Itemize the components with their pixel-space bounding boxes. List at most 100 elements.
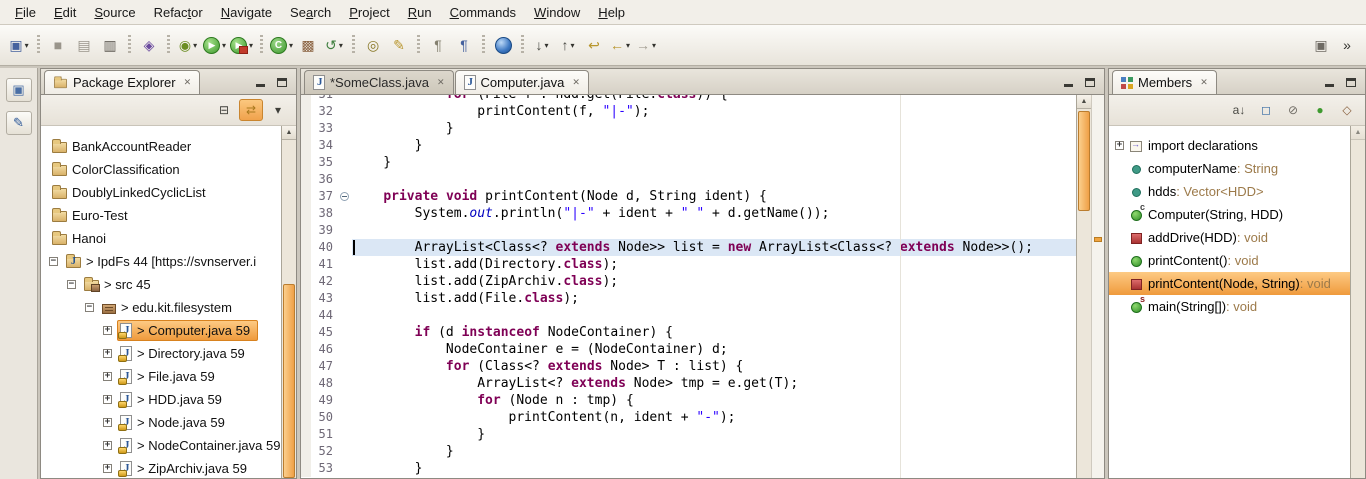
code-text[interactable]: list.add(ZipArchiv.class);	[352, 273, 1076, 290]
code-text[interactable]: }	[352, 460, 1076, 477]
scrollbar-up-arrow[interactable]: ▲	[1077, 95, 1091, 109]
package-explorer-tab[interactable]: Package Explorer ✕	[44, 70, 200, 94]
menu-search[interactable]: Search	[281, 0, 340, 24]
minimize-button[interactable]	[1320, 74, 1338, 90]
tree-item[interactable]: +> NodeContainer.java 59	[41, 434, 281, 457]
tree-expander-icon[interactable]: +	[103, 441, 112, 450]
code-text[interactable]	[352, 307, 1076, 324]
member-item[interactable]: main(String[]) : void	[1109, 295, 1350, 318]
menu-refactor[interactable]: Refactor	[145, 0, 212, 24]
menu-commands[interactable]: Commands	[441, 0, 525, 24]
tree-expander-icon[interactable]: +	[103, 349, 112, 358]
new-class-button[interactable]: ▾	[268, 32, 295, 59]
code-line[interactable]: 48 ArrayList<? extends Node> tmp = e.get…	[301, 375, 1076, 392]
show-whitespace-button[interactable]: ¶	[425, 32, 451, 59]
tree-item[interactable]: +> ZipArchiv.java 59	[41, 457, 281, 478]
last-edit-location-button[interactable]: ↩	[581, 32, 607, 59]
code-text[interactable]: ArrayList<Class<? extends Node>> list = …	[352, 239, 1076, 256]
code-line[interactable]: 45 if (d instanceof NodeContainer) {	[301, 324, 1076, 341]
forward-button[interactable]: →▾	[633, 32, 659, 59]
code-line[interactable]: 51 }	[301, 426, 1076, 443]
member-item[interactable]: printContent(Node, String) : void	[1109, 272, 1350, 295]
code-line[interactable]: 33 }	[301, 120, 1076, 137]
code-text[interactable]: }	[352, 154, 1076, 171]
members-tab[interactable]: Members ✕	[1112, 70, 1217, 94]
member-item[interactable]: computerName : String	[1109, 157, 1350, 180]
minimize-button[interactable]	[1059, 74, 1077, 90]
code-area[interactable]: 31 for (File f : hdd.get(File.class)) {3…	[301, 95, 1076, 478]
code-line[interactable]: 36	[301, 171, 1076, 188]
menu-file[interactable]: File	[6, 0, 45, 24]
code-text[interactable]: for (Class<? extends Node> T : list) {	[352, 358, 1076, 375]
run-button[interactable]: ▾	[201, 32, 228, 59]
menu-source[interactable]: Source	[85, 0, 144, 24]
tree-expander-icon[interactable]: −	[67, 280, 76, 289]
hide-nonpublic-button[interactable]: ●	[1308, 99, 1332, 121]
member-item[interactable]: Computer(String, HDD)	[1109, 203, 1350, 226]
tree-item[interactable]: ColorClassification	[41, 158, 281, 181]
overview-annotation-mark[interactable]	[1094, 237, 1102, 242]
code-text[interactable]: ArrayList<? extends Node> tmp = e.get(T)…	[352, 375, 1076, 392]
code-line[interactable]: 35 }	[301, 154, 1076, 171]
code-text[interactable]	[352, 171, 1076, 188]
hide-static-button[interactable]: ⊘	[1281, 99, 1305, 121]
code-line[interactable]: 37 private void printContent(Node d, Str…	[301, 188, 1076, 205]
tree-expander-icon[interactable]: +	[103, 372, 112, 381]
minimize-button[interactable]	[251, 74, 269, 90]
menu-run[interactable]: Run	[399, 0, 441, 24]
code-line[interactable]: 46 NodeContainer e = (NodeContainer) d;	[301, 341, 1076, 358]
code-text[interactable]: if (d instanceof NodeContainer) {	[352, 324, 1076, 341]
code-text[interactable]: System.out.println("|-" + ident + " " + …	[352, 205, 1076, 222]
code-line[interactable]: 53 }	[301, 460, 1076, 477]
code-text[interactable]: }	[352, 426, 1076, 443]
tree-item[interactable]: +> File.java 59	[41, 365, 281, 388]
tree-item[interactable]: −> edu.kit.filesystem	[41, 296, 281, 319]
code-line[interactable]: 32 printContent(f, "|-");	[301, 103, 1076, 120]
member-expander-icon[interactable]: +	[1115, 141, 1124, 150]
code-line[interactable]: 41 list.add(Directory.class);	[301, 256, 1076, 273]
code-line[interactable]: 40 ArrayList<Class<? extends Node>> list…	[301, 239, 1076, 256]
package-explorer-scrollbar[interactable]: ▲	[281, 126, 296, 478]
code-line[interactable]: 52 }	[301, 443, 1076, 460]
scrollbar-up-arrow[interactable]: ▲	[1351, 126, 1365, 140]
tree-item[interactable]: +> Node.java 59	[41, 411, 281, 434]
members-scrollbar[interactable]: ▲	[1350, 126, 1365, 478]
restore-views-button[interactable]: ▣	[6, 78, 32, 102]
overview-ruler[interactable]	[1091, 95, 1104, 478]
tree-expander-icon[interactable]: +	[103, 395, 112, 404]
tree-item[interactable]: DoublyLinkedCyclicList	[41, 181, 281, 204]
code-text[interactable]: NodeContainer e = (NodeContainer) d;	[352, 341, 1076, 358]
sort-members-button[interactable]: a↓	[1227, 99, 1251, 121]
refresh-button[interactable]: ↺▾	[321, 32, 347, 59]
hide-local-types-button[interactable]: ◇	[1335, 99, 1359, 121]
search-button[interactable]: ◎	[360, 32, 386, 59]
maximize-button[interactable]	[273, 74, 291, 90]
code-text[interactable]: }	[352, 120, 1076, 137]
menu-help[interactable]: Help	[589, 0, 634, 24]
code-text[interactable]: for (File f : hdd.get(File.class)) {	[352, 95, 1076, 103]
code-line[interactable]: 50 printContent(n, ident + "-");	[301, 409, 1076, 426]
member-item[interactable]: +import declarations	[1109, 134, 1350, 157]
menu-edit[interactable]: Edit	[45, 0, 85, 24]
editor-scrollbar[interactable]: ▲	[1076, 95, 1091, 478]
maximize-button[interactable]	[1342, 74, 1360, 90]
new-button[interactable]: ▣▾	[6, 32, 32, 59]
editor-tab[interactable]: Computer.java✕	[455, 70, 589, 94]
tab-close-icon[interactable]: ✕	[184, 77, 192, 88]
scrollbar-thumb[interactable]	[1078, 111, 1090, 211]
web-browser-button[interactable]	[490, 32, 516, 59]
code-line[interactable]: 31 for (File f : hdd.get(File.class)) {	[301, 95, 1076, 103]
print-button[interactable]: ▥	[97, 32, 123, 59]
member-item[interactable]: hdds : Vector<HDD>	[1109, 180, 1350, 203]
code-text[interactable]: list.add(File.class);	[352, 290, 1076, 307]
menu-window[interactable]: Window	[525, 0, 589, 24]
code-text[interactable]: }	[352, 137, 1076, 154]
scrollbar-thumb[interactable]	[283, 284, 295, 478]
code-line[interactable]: 43 list.add(File.class);	[301, 290, 1076, 307]
tree-item[interactable]: +> Computer.java 59	[41, 319, 281, 342]
tab-close-icon[interactable]: ✕	[1200, 77, 1208, 88]
fast-view-button[interactable]: ✎	[6, 111, 32, 135]
code-text[interactable]: for (Node n : tmp) {	[352, 392, 1076, 409]
external-tools-button[interactable]: ▾	[228, 32, 255, 59]
editor-tab[interactable]: *SomeClass.java✕	[304, 70, 454, 94]
